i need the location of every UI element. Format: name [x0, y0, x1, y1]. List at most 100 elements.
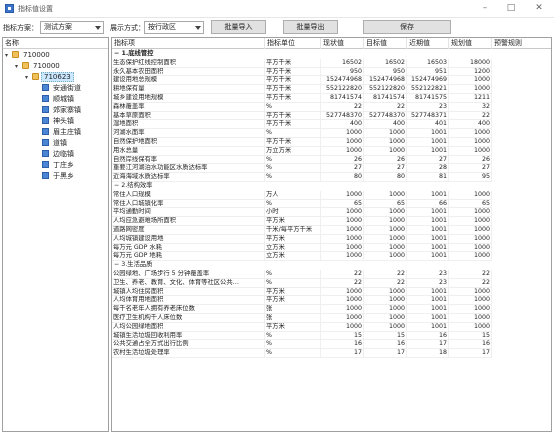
table-row[interactable]: 近海海域水质达标率% 80 80 81 95: [112, 173, 492, 182]
current-value-cell[interactable]: 1000: [321, 252, 364, 262]
planned-value-cell[interactable]: 32: [449, 102, 492, 112]
target-value-cell[interactable]: 950: [364, 67, 407, 77]
near-term-value-cell[interactable]: 18: [407, 349, 449, 358]
near-term-value-cell[interactable]: 1001: [407, 314, 449, 323]
tree-leaf[interactable]: 安通街道: [42, 83, 83, 94]
current-value-cell[interactable]: 1000: [321, 287, 364, 297]
table-row[interactable]: 河湖水面率% 1000 1000 1001 1000: [112, 129, 492, 138]
near-term-value-cell[interactable]: 527748371: [407, 111, 449, 121]
table-row[interactable]: 永久基本农田面积 平方千米 950 950 951 1200: [112, 67, 492, 77]
planned-value-cell[interactable]: 1000: [449, 252, 492, 262]
planned-value-cell[interactable]: 1000: [449, 226, 492, 235]
planned-value-cell[interactable]: 1000: [449, 138, 492, 147]
current-value-cell[interactable]: 22: [321, 270, 364, 279]
table-row[interactable]: 建设用地总规模 平方千米 152474968 152474968 152474969 10…: [112, 76, 492, 86]
target-value-cell[interactable]: 1000: [364, 287, 407, 297]
planned-value-cell[interactable]: 27: [449, 164, 492, 174]
current-value-cell[interactable]: 1000: [321, 305, 364, 314]
planned-value-cell[interactable]: 1000: [449, 146, 492, 156]
tree-leaf[interactable]: 眉主庄镇: [42, 127, 83, 138]
table-row[interactable]: 生态保护红线控制面积 平方千米 16502 16502 16503 18000: [112, 58, 492, 68]
near-term-value-cell[interactable]: 152474969: [407, 76, 449, 86]
column-header[interactable]: 预警规则: [492, 38, 551, 49]
near-term-value-cell[interactable]: 28: [407, 164, 449, 174]
near-term-value-cell[interactable]: 1001: [407, 322, 449, 332]
current-value-cell[interactable]: 400: [321, 120, 364, 130]
near-term-value-cell[interactable]: 1001: [407, 208, 449, 218]
near-term-value-cell[interactable]: 81741575: [407, 94, 449, 103]
tree-node-selected[interactable]: ▾ 710623: [25, 72, 74, 83]
near-term-value-cell[interactable]: 552122821: [407, 85, 449, 94]
near-term-value-cell[interactable]: 66: [407, 199, 449, 209]
group-row[interactable]: − 2.结构效率: [112, 182, 551, 191]
current-value-cell[interactable]: 1000: [321, 322, 364, 332]
table-row[interactable]: 人均应急避难场所面积 平方米 1000 1000 1001 1000: [112, 217, 492, 226]
table-row[interactable]: 基本草原面积 平方千米 527748370 527748370 527748371 22: [112, 111, 492, 121]
group-row[interactable]: − 3.生活品质: [112, 261, 551, 270]
current-value-cell[interactable]: 1000: [321, 208, 364, 218]
current-value-cell[interactable]: 527748370: [321, 111, 364, 121]
current-value-cell[interactable]: 1000: [321, 226, 364, 235]
current-value-cell[interactable]: 1000: [321, 217, 364, 226]
table-row[interactable]: 每万元 GDP 地耗 立方米 1000 1000 1001 1000: [112, 252, 492, 262]
target-value-cell[interactable]: 527748370: [364, 111, 407, 121]
target-value-cell[interactable]: 1000: [364, 322, 407, 332]
table-row[interactable]: 每万元 GDP 水耗 立方米 1000 1000 1001 1000: [112, 243, 492, 253]
table-row[interactable]: 常住人口城镇化率% 65 65 66 65: [112, 199, 492, 209]
table-row[interactable]: 耕地保有量 平方千米 552122820 552122820 552122821 1000: [112, 85, 492, 94]
tree-leaf[interactable]: 道镇: [42, 138, 69, 149]
planned-value-cell[interactable]: 17: [449, 349, 492, 358]
target-value-cell[interactable]: 1000: [364, 252, 407, 262]
region-tree[interactable]: 名称 ▾ 710000 ▾ 710000 ▾ 710623 安通街道 顺城镇 郊家寨镇 神头…: [2, 37, 109, 432]
tree-leaf[interactable]: 郊家寨镇: [42, 105, 83, 116]
target-value-cell[interactable]: 81741574: [364, 94, 407, 103]
column-header[interactable]: 近期值: [407, 38, 449, 49]
current-value-cell[interactable]: 22: [321, 278, 364, 288]
near-term-value-cell[interactable]: 27: [407, 155, 449, 165]
planned-value-cell[interactable]: 400: [449, 120, 492, 130]
current-value-cell[interactable]: 65: [321, 199, 364, 209]
current-value-cell[interactable]: 26: [321, 155, 364, 165]
current-value-cell[interactable]: 950: [321, 67, 364, 77]
tree-node-root[interactable]: ▾ 710000: [5, 50, 52, 61]
target-value-cell[interactable]: 1000: [364, 296, 407, 306]
current-value-cell[interactable]: 1000: [321, 129, 364, 138]
planned-value-cell[interactable]: 1000: [449, 305, 492, 314]
table-row[interactable]: 人均公园绿地面积 平方米 1000 1000 1001 1000: [112, 322, 492, 332]
table-row[interactable]: 公园绿地、广场步行 5 分钟覆盖率% 22 22 23 22: [112, 270, 492, 279]
table-row[interactable]: 人均城镇建设用地 平方米 1000 1000 1001 1000: [112, 234, 492, 244]
planned-value-cell[interactable]: 26: [449, 155, 492, 165]
current-value-cell[interactable]: 27: [321, 164, 364, 174]
column-header[interactable]: 指标项: [112, 38, 265, 49]
near-term-value-cell[interactable]: 1001: [407, 296, 449, 306]
current-value-cell[interactable]: 80: [321, 173, 364, 182]
near-term-value-cell[interactable]: 23: [407, 270, 449, 279]
near-term-value-cell[interactable]: 81: [407, 173, 449, 182]
table-row[interactable]: 每千名老年人拥有养老床位数张 1000 1000 1001 1000: [112, 305, 492, 314]
tree-leaf[interactable]: 丁庄乡: [42, 160, 76, 171]
target-value-cell[interactable]: 1000: [364, 190, 407, 200]
planned-value-cell[interactable]: 1000: [449, 322, 492, 332]
batch-export-button[interactable]: 批量导出: [283, 20, 338, 34]
near-term-value-cell[interactable]: 23: [407, 278, 449, 288]
target-value-cell[interactable]: 16502: [364, 58, 407, 68]
current-value-cell[interactable]: 1000: [321, 146, 364, 156]
current-value-cell[interactable]: 16: [321, 340, 364, 350]
current-value-cell[interactable]: 1000: [321, 296, 364, 306]
target-value-cell[interactable]: 1000: [364, 234, 407, 244]
tree-leaf[interactable]: 顺城镇: [42, 94, 76, 105]
tree-leaf[interactable]: 于黑乡: [42, 171, 76, 182]
planned-value-cell[interactable]: 1000: [449, 129, 492, 138]
target-value-cell[interactable]: 22: [364, 278, 407, 288]
near-term-value-cell[interactable]: 1001: [407, 287, 449, 297]
near-term-value-cell[interactable]: 23: [407, 102, 449, 112]
target-value-cell[interactable]: 1000: [364, 243, 407, 253]
target-value-cell[interactable]: 26: [364, 155, 407, 165]
near-term-value-cell[interactable]: 16503: [407, 58, 449, 68]
planned-value-cell[interactable]: 1000: [449, 314, 492, 323]
near-term-value-cell[interactable]: 1001: [407, 129, 449, 138]
near-term-value-cell[interactable]: 1001: [407, 226, 449, 235]
planned-value-cell[interactable]: 1000: [449, 287, 492, 297]
near-term-value-cell[interactable]: 1001: [407, 146, 449, 156]
table-row[interactable]: 自然保护地面积 平方千米 1000 1000 1001 1000: [112, 138, 492, 147]
